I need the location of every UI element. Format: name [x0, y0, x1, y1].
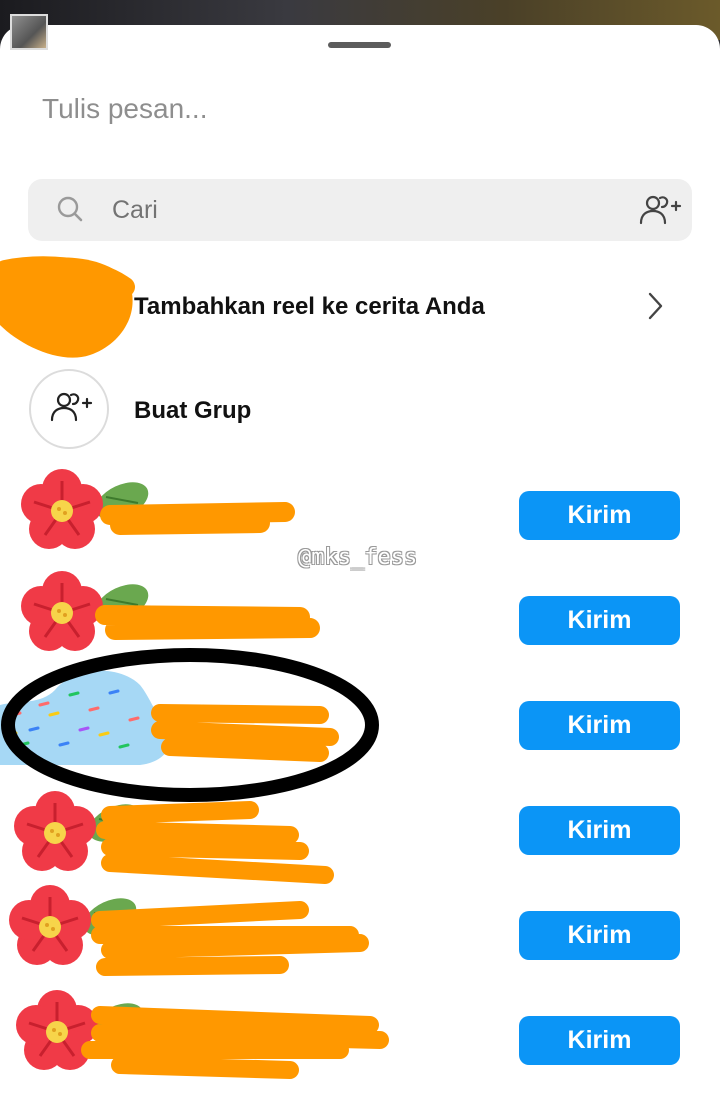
add-people-icon[interactable]: [638, 192, 682, 228]
add-reel-to-story-row[interactable]: Tambahkan reel ke cerita Anda: [0, 257, 720, 357]
redacted-name-scribbles: [81, 502, 389, 1079]
search-bar[interactable]: [28, 179, 692, 241]
send-button[interactable]: Kirim: [519, 491, 680, 540]
hand-drawn-circle: [1, 648, 379, 802]
story-thumbnail: [10, 14, 48, 50]
drag-handle[interactable]: [328, 42, 391, 48]
flower-avatar: [19, 569, 156, 653]
flower-avatar: [7, 883, 144, 967]
flower-avatar: [12, 789, 149, 873]
search-input[interactable]: [112, 196, 592, 224]
send-button[interactable]: Kirim: [519, 1016, 680, 1065]
flower-avatar: [14, 988, 151, 1072]
create-group-label: Buat Grup: [134, 397, 252, 424]
watermark-text: @mks_fess: [298, 545, 418, 570]
message-input[interactable]: Tulis pesan...: [42, 93, 207, 125]
share-sheet: Tulis pesan... Tambahkan reel ke cerita …: [0, 25, 720, 1108]
chevron-right-icon: [648, 292, 663, 320]
sprinkle-cloud-avatar: [0, 670, 171, 765]
send-button[interactable]: Kirim: [519, 806, 680, 855]
add-reel-label: Tambahkan reel ke cerita Anda: [134, 293, 485, 320]
flower-avatar: [19, 467, 156, 551]
send-button[interactable]: Kirim: [519, 596, 680, 645]
send-button[interactable]: Kirim: [519, 701, 680, 750]
search-icon: [57, 196, 83, 222]
create-group-row[interactable]: Buat Grup: [0, 369, 720, 449]
send-button[interactable]: Kirim: [519, 911, 680, 960]
